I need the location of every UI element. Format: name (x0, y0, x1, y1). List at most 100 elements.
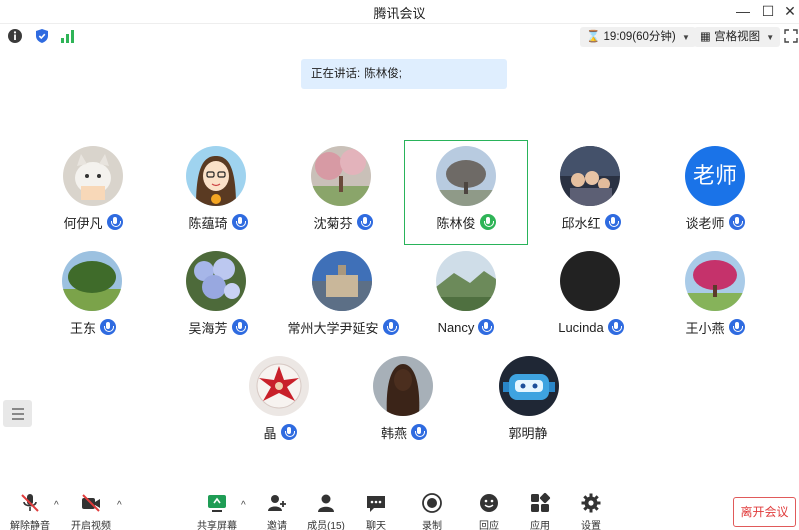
mic-icon (106, 214, 123, 230)
view-switch[interactable]: ▦ 宫格视图 ▼ (694, 27, 781, 47)
meeting-timer[interactable]: ⌛ 19:09(60分钟) ▼ (580, 27, 696, 47)
participant-name: 王小燕 (685, 320, 725, 336)
participant-tile[interactable]: 陈蕴琦 (156, 140, 280, 240)
participant-label: Lucinda (529, 317, 653, 337)
participant-label: 王东 (31, 317, 155, 337)
record-button[interactable]: 录制 (407, 492, 457, 530)
minimize-button[interactable]: — (733, 1, 753, 21)
participant-name: 何伊凡 (63, 215, 103, 231)
avatar (373, 356, 433, 416)
start-video-button[interactable]: 开启视频 (66, 492, 116, 530)
participant-label: 郭明静 (466, 422, 590, 442)
participant-name: 谈老师 (685, 215, 725, 231)
chevron-up-icon[interactable]: ^ (54, 500, 59, 511)
participant-tile[interactable]: 晶 (218, 350, 342, 450)
signal-icon[interactable] (60, 28, 76, 44)
participant-tile[interactable]: 沈菊芬 (281, 140, 405, 240)
mic-icon (231, 214, 248, 230)
participant-label: 陈蕴琦 (156, 212, 280, 232)
info-icon[interactable] (7, 28, 23, 44)
participant-tile[interactable]: 何伊凡 (31, 140, 155, 240)
avatar (685, 251, 745, 311)
participant-tile[interactable]: 邱水红 (529, 140, 653, 240)
chevron-up-icon[interactable]: ^ (241, 500, 246, 511)
participant-tile[interactable]: Nancy (404, 245, 528, 345)
chevron-down-icon: ▼ (766, 33, 775, 42)
invite-button[interactable]: 邀请 (252, 492, 302, 530)
start-video-label: 开启视频 (71, 521, 111, 530)
participant-tile[interactable]: 王小燕 (653, 245, 777, 345)
members-icon (318, 494, 334, 512)
participant-label: 晶 (218, 422, 342, 442)
participant-tile[interactable]: 吴海芳 (156, 245, 280, 345)
avatar (560, 251, 620, 311)
apps-label: 应用 (530, 521, 550, 530)
mic-icon (231, 319, 248, 335)
participant-label: Nancy (404, 317, 528, 337)
emoji-icon (480, 494, 498, 512)
participant-label: 王小燕 (653, 317, 777, 337)
participant-name: Nancy (437, 319, 475, 335)
participant-label: 何伊凡 (31, 212, 155, 232)
participant-name: 晶 (263, 425, 277, 441)
share-screen-label: 共享屏幕 (197, 521, 237, 530)
avatar (63, 146, 123, 206)
apps-button[interactable]: 应用 (515, 492, 565, 530)
participant-tile[interactable]: 郭明静 (466, 350, 590, 450)
mic-icon (607, 319, 624, 335)
participant-name: 郭明静 (508, 425, 548, 441)
participant-label: 陈林俊 (405, 212, 527, 232)
record-icon (422, 493, 442, 513)
speaking-name: 陈林俊; (364, 68, 402, 80)
participant-name: 常州大学尹延安 (287, 320, 379, 336)
chevron-down-icon: ▼ (681, 33, 690, 42)
invite-label: 邀请 (267, 521, 287, 530)
camera-off-icon (82, 494, 100, 512)
view-label: 宫格视图 (714, 31, 761, 43)
chat-icon (367, 496, 385, 512)
participant-name: 王东 (69, 320, 96, 336)
avatar (436, 146, 496, 206)
participant-tile-active-speaker[interactable]: 陈林俊 (404, 140, 528, 245)
bottom-toolbar: 解除静音 ^ 开启视频 ^ 共享屏幕 ^ 邀请 成员(15) 聊天 录制 回应 … (0, 492, 799, 530)
chat-button[interactable]: 聊天 (351, 492, 401, 530)
share-screen-button[interactable]: 共享屏幕 (192, 492, 242, 530)
mic-icon (604, 214, 621, 230)
share-screen-icon (208, 495, 226, 512)
mic-icon (478, 319, 495, 335)
avatar (312, 251, 372, 311)
close-button[interactable]: ✕ (780, 1, 799, 21)
title-bar: 腾讯会议 — ☐ ✕ (0, 0, 799, 22)
leave-meeting-button[interactable]: 离开会议 (733, 497, 796, 527)
participant-name: 邱水红 (561, 215, 601, 231)
participant-tile[interactable]: 王东 (31, 245, 155, 345)
unmute-button[interactable]: 解除静音 (5, 492, 55, 530)
fullscreen-icon[interactable] (783, 28, 799, 44)
window-title: 腾讯会议 (373, 6, 426, 21)
meeting-toolbar: ⌛ 19:09(60分钟) ▼ ▦ 宫格视图 ▼ (0, 23, 799, 49)
participant-tile[interactable]: 韩燕 (342, 350, 466, 450)
chevron-up-icon[interactable]: ^ (117, 500, 122, 511)
participant-tile[interactable]: 老师 谈老师 (653, 140, 777, 240)
hourglass-icon: ⌛ (586, 31, 601, 43)
maximize-button[interactable]: ☐ (758, 1, 778, 21)
participant-tile[interactable]: Lucinda (529, 245, 653, 345)
side-panel-handle[interactable] (3, 400, 32, 427)
avatar (436, 251, 496, 311)
participant-label: 常州大学尹延安 (281, 317, 405, 337)
avatar (249, 356, 309, 416)
members-button[interactable]: 成员(15) (301, 492, 351, 530)
avatar-initials: 老师 (685, 146, 745, 206)
participant-tile[interactable]: 常州大学尹延安 (281, 245, 405, 345)
participant-label: 邱水红 (529, 212, 653, 232)
mic-icon (411, 424, 427, 440)
avatar (186, 146, 246, 206)
settings-button[interactable]: 设置 (566, 492, 616, 530)
shield-icon[interactable] (34, 28, 50, 44)
mic-icon (280, 424, 297, 440)
mic-icon (728, 319, 745, 335)
unmute-label: 解除静音 (10, 521, 50, 530)
apps-icon (531, 492, 551, 512)
participant-name: 吴海芳 (188, 320, 228, 336)
reaction-button[interactable]: 回应 (464, 492, 514, 530)
